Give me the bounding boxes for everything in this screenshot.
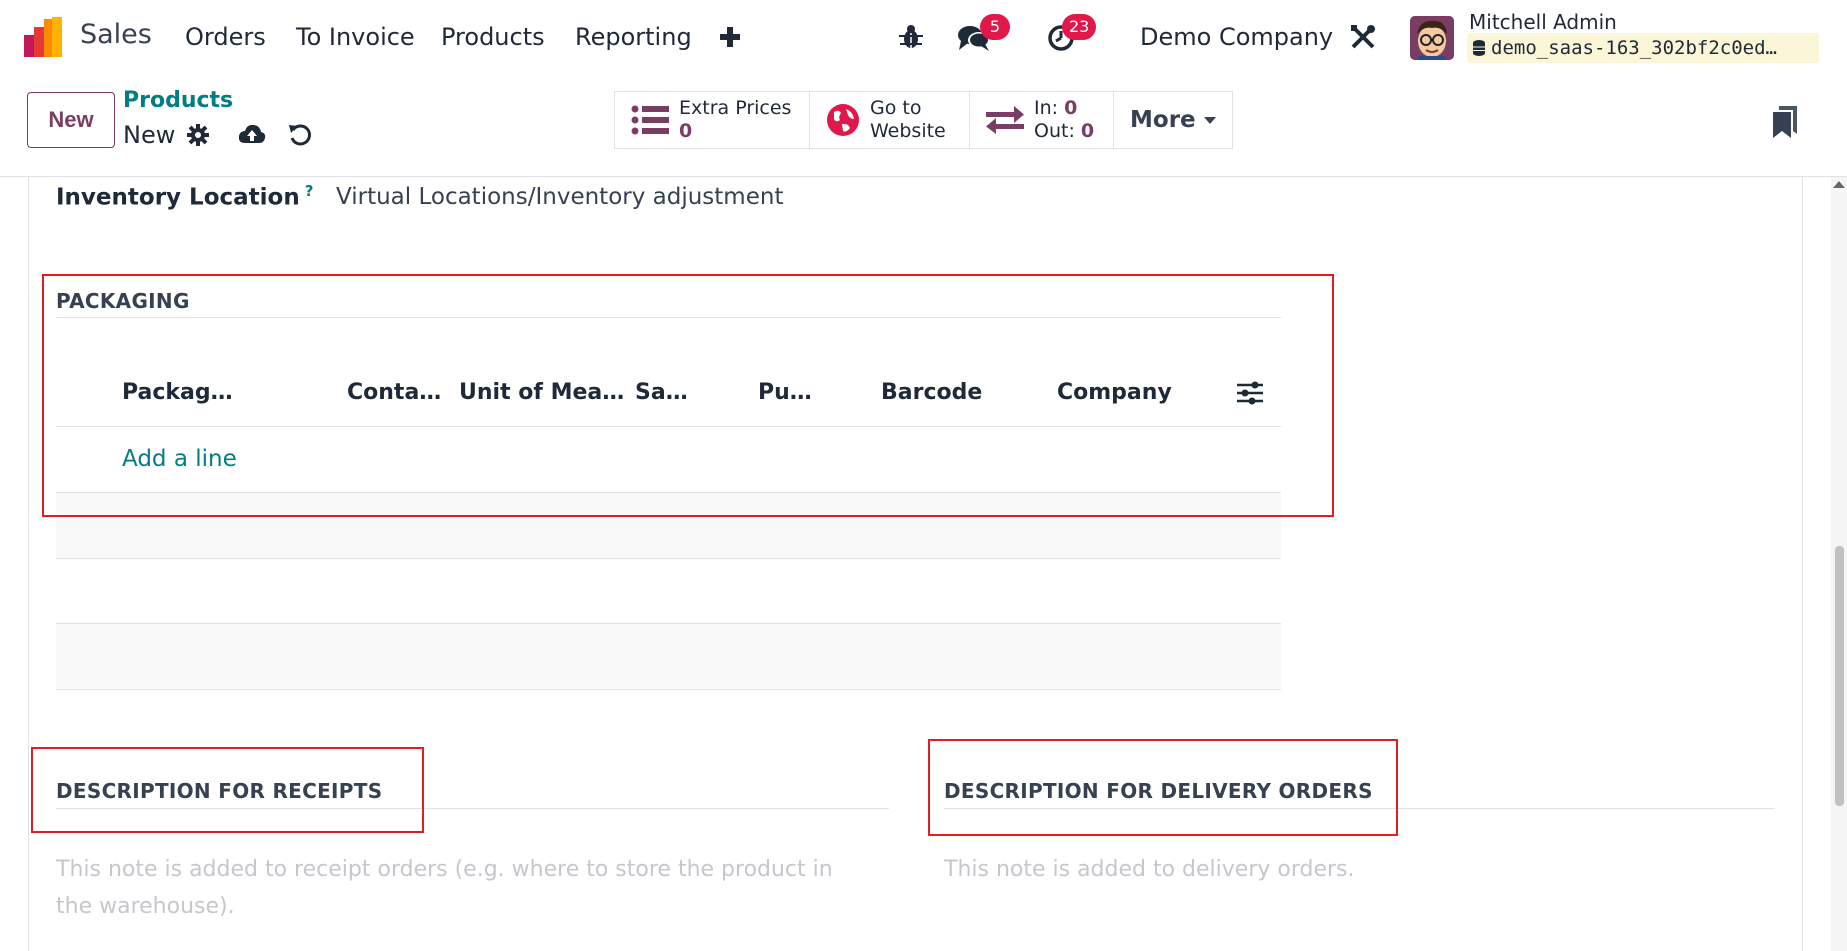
- menu-reporting[interactable]: Reporting: [575, 23, 692, 51]
- more-button[interactable]: More: [1114, 91, 1233, 149]
- in-value: 0: [1064, 97, 1078, 119]
- company-switcher[interactable]: Demo Company: [1140, 23, 1333, 51]
- table-row: [56, 624, 1281, 689]
- extra-prices-label: Extra Prices: [679, 97, 792, 119]
- receipts-description-input[interactable]: This note is added to receipt orders (e.…: [56, 851, 896, 925]
- list-icon: [631, 105, 669, 135]
- scrollbar-thumb[interactable]: [1835, 546, 1844, 806]
- receipts-placeholder-line1: This note is added to receipt orders (e.…: [56, 857, 833, 882]
- go-to-website-button[interactable]: Go to Website: [810, 91, 970, 149]
- exchange-arrows-icon: [986, 106, 1024, 134]
- packaging-highlight-box: [42, 274, 1334, 517]
- out-value: 0: [1080, 120, 1095, 142]
- smart-buttons: Extra Prices 0 Go to Website In: 0 Out: …: [614, 91, 1233, 149]
- database-label: demo_saas-163_302bf2c0ed…: [1491, 37, 1777, 59]
- chatter-toggle-icon[interactable]: [1773, 106, 1797, 138]
- table-row-divider: [56, 558, 1281, 559]
- database-name: demo_saas-163_302bf2c0ed…: [1467, 33, 1819, 63]
- cloud-upload-icon[interactable]: [238, 123, 266, 145]
- scroll-up-arrow[interactable]: [1833, 181, 1845, 188]
- gear-icon[interactable]: [187, 124, 209, 146]
- menu-products[interactable]: Products: [441, 23, 545, 51]
- plus-icon[interactable]: [719, 26, 741, 48]
- out-label: Out:: [1034, 120, 1075, 142]
- menu-to-invoice[interactable]: To Invoice: [296, 23, 415, 51]
- record-name: New: [123, 121, 176, 149]
- control-panel: New Products New Extra Prices 0 Go to We…: [0, 76, 1847, 177]
- delivery-highlight-box: [928, 739, 1398, 836]
- activities-count-badge: 23: [1062, 14, 1097, 40]
- database-icon: [1473, 40, 1485, 56]
- extra-prices-value: 0: [679, 120, 693, 142]
- website-label-line2: Website: [870, 120, 946, 142]
- user-name[interactable]: Mitchell Admin: [1469, 10, 1617, 34]
- inventory-location-field[interactable]: Virtual Locations/Inventory adjustment: [336, 184, 783, 210]
- sales-app-icon[interactable]: [24, 17, 66, 57]
- menu-orders[interactable]: Orders: [185, 23, 266, 51]
- delivery-placeholder: This note is added to delivery orders.: [944, 857, 1355, 882]
- in-out-button[interactable]: In: 0 Out: 0: [970, 91, 1114, 149]
- app-name[interactable]: Sales: [80, 19, 152, 50]
- more-label: More: [1130, 106, 1196, 133]
- inventory-location-label: Inventory Location?: [56, 182, 313, 211]
- extra-prices-button[interactable]: Extra Prices 0: [614, 91, 810, 149]
- new-button[interactable]: New: [27, 92, 115, 148]
- help-tooltip-icon[interactable]: ?: [305, 182, 314, 200]
- caret-down-icon: [1203, 116, 1216, 124]
- in-label: In:: [1034, 97, 1059, 119]
- delivery-description-input[interactable]: This note is added to delivery orders.: [944, 851, 1764, 888]
- website-label-line1: Go to: [870, 97, 922, 119]
- tools-icon[interactable]: [1350, 24, 1376, 50]
- user-avatar[interactable]: [1410, 16, 1454, 60]
- discard-icon[interactable]: [288, 123, 312, 147]
- receipts-placeholder-line2: the warehouse).: [56, 894, 235, 919]
- inventory-location-label-text: Inventory Location: [56, 184, 300, 211]
- receipts-highlight-box: [31, 747, 424, 833]
- globe-icon: [827, 104, 859, 136]
- messages-count-badge: 5: [980, 14, 1010, 40]
- breadcrumb-products[interactable]: Products: [123, 88, 233, 113]
- bug-icon[interactable]: [899, 24, 923, 50]
- top-navbar: Sales Orders To Invoice Products Reporti…: [0, 0, 1847, 76]
- table-row-divider: [56, 689, 1281, 690]
